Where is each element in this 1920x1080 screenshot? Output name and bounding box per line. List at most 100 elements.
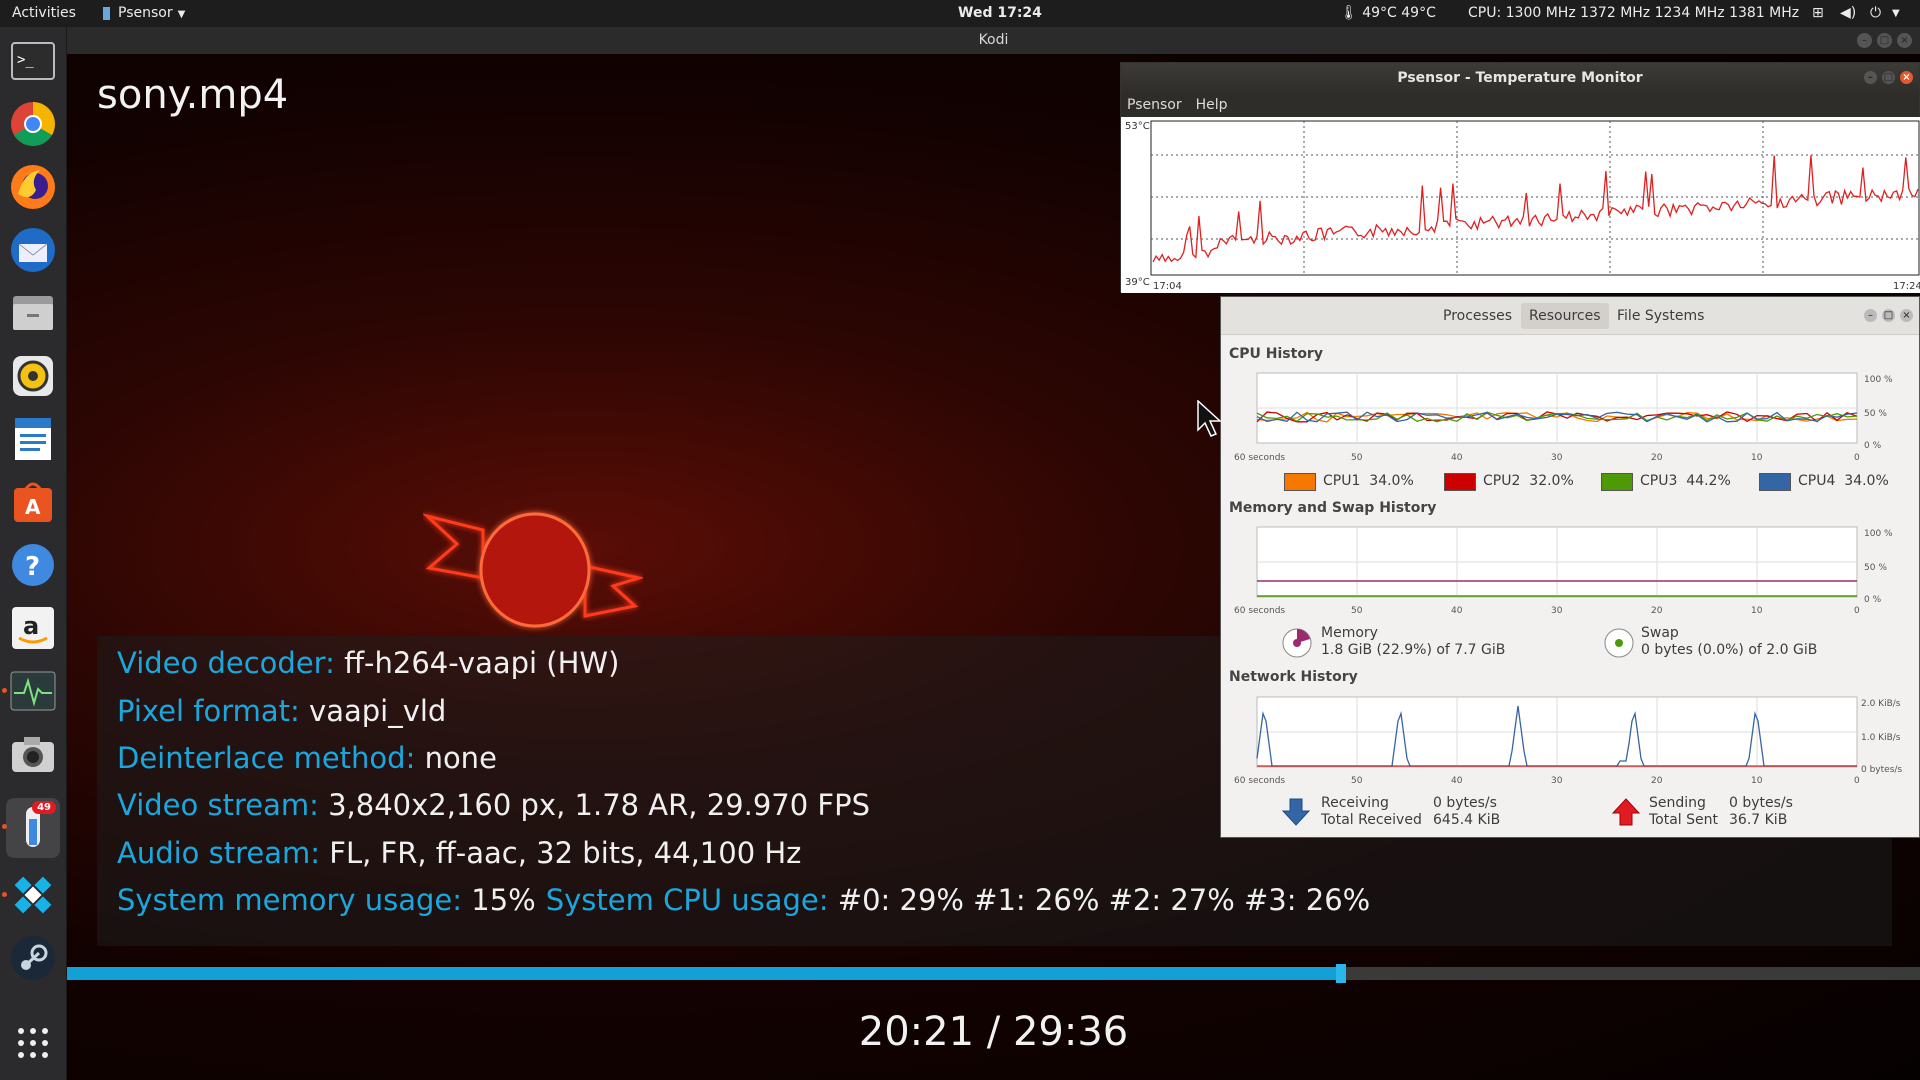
- network-icon[interactable]: ⊞: [1812, 0, 1824, 27]
- maximize-button[interactable]: □: [1882, 309, 1895, 322]
- dock-firefox[interactable]: [6, 160, 60, 214]
- x-tick: 50: [1351, 606, 1363, 616]
- seek-bar-progress: [67, 967, 1341, 980]
- cpu2-color-swatch[interactable]: [1444, 473, 1476, 491]
- total-sent-value: 36.7 KiB: [1729, 812, 1788, 828]
- x-tick: 30: [1551, 606, 1563, 616]
- swap-label: Swap: [1641, 625, 1679, 641]
- minimize-button[interactable]: –: [1864, 71, 1877, 84]
- pct-tick-0: 0 %: [1864, 595, 1882, 605]
- mouse-pointer-icon: [1197, 400, 1222, 437]
- dock-writer[interactable]: [6, 412, 60, 466]
- x-tick: 30: [1551, 776, 1563, 786]
- activities-button[interactable]: Activities: [12, 0, 76, 27]
- memory-history-title: Memory and Swap History: [1229, 500, 1437, 516]
- osd-value: ff-h264-vaapi (HW): [344, 646, 620, 680]
- thermometer-icon: 🌡︎: [1340, 5, 1358, 21]
- system-menu-chevron-icon[interactable]: ▼: [1892, 0, 1900, 27]
- cpu4-color-swatch[interactable]: [1759, 473, 1791, 491]
- close-button[interactable]: ×: [1900, 309, 1913, 322]
- minimize-button[interactable]: –: [1857, 33, 1872, 48]
- dock-help[interactable]: ?: [6, 538, 60, 592]
- osd-video-decoder: Video decoder: ff-h264-vaapi (HW): [117, 646, 619, 680]
- system-monitor-window: Processes Resources File Systems – □ × C…: [1220, 296, 1920, 838]
- dock-screenshot[interactable]: [6, 727, 60, 781]
- temperature-indicator[interactable]: 🌡︎ 49°C 49°C: [1340, 0, 1436, 27]
- system-monitor-icon: [10, 671, 56, 711]
- kodi-titlebar[interactable]: Kodi – □ ×: [67, 27, 1920, 54]
- sending-arrow-icon[interactable]: [1611, 797, 1641, 827]
- seek-handle[interactable]: [1335, 964, 1346, 983]
- osd-key: Video stream:: [117, 788, 319, 822]
- cpu1-color-swatch[interactable]: [1284, 473, 1316, 491]
- x-tick: 60 seconds: [1234, 453, 1286, 463]
- osd-value: none: [424, 741, 497, 775]
- menu-help[interactable]: Help: [1196, 97, 1228, 113]
- x-tick: 0: [1854, 776, 1860, 786]
- dock-rhythmbox[interactable]: [6, 349, 60, 403]
- show-applications-button[interactable]: [6, 1016, 60, 1070]
- cpu4-legend: CPU4 34.0%: [1798, 473, 1889, 489]
- pct-tick-100: 100 %: [1864, 375, 1893, 385]
- app-menu-label: Psensor: [118, 5, 173, 21]
- pct-tick-50: 50 %: [1864, 409, 1887, 419]
- osd-audio-stream: Audio stream: FL, FR, ff-aac, 32 bits, 4…: [117, 836, 801, 870]
- pct-tick-50: 50 %: [1864, 563, 1887, 573]
- dock-thunderbird[interactable]: [6, 223, 60, 277]
- dock-kodi[interactable]: [2, 868, 60, 922]
- swap-value: 0 bytes (0.0%) of 2.0 GiB: [1641, 642, 1818, 658]
- cpu-frequency-indicator[interactable]: CPU: 1300 MHz 1372 MHz 1234 MHz 1381 MHz: [1468, 0, 1799, 27]
- playback-time: 20:21 / 29:36: [858, 1009, 1129, 1055]
- tab-file-systems[interactable]: File Systems: [1609, 303, 1712, 329]
- dock-system-monitor[interactable]: [2, 664, 60, 718]
- clock[interactable]: Wed 17:24: [958, 0, 1042, 27]
- svg-text:?: ?: [25, 552, 40, 582]
- cpu3-legend: CPU3 44.2%: [1640, 473, 1731, 489]
- x-tick: 50: [1351, 453, 1363, 463]
- seek-bar[interactable]: [67, 964, 1920, 983]
- dock-files[interactable]: [6, 286, 60, 340]
- volume-icon[interactable]: ◀): [1840, 0, 1856, 27]
- memory-pie-icon[interactable]: [1281, 627, 1313, 659]
- dock-steam[interactable]: [6, 931, 60, 985]
- amazon-icon: a: [12, 607, 54, 649]
- receiving-label: Receiving: [1321, 795, 1389, 811]
- dock-amazon[interactable]: a: [6, 601, 60, 655]
- top-bar: Activities Psensor ▼ Wed 17:24 🌡︎ 49°C 49…: [0, 0, 1920, 27]
- osd-key: Pixel format:: [117, 694, 300, 728]
- osd-value: 15%: [471, 883, 536, 917]
- screenshot-icon: [12, 737, 54, 772]
- memory-label: Memory: [1321, 625, 1378, 641]
- minimize-button[interactable]: –: [1864, 309, 1877, 322]
- osd-key: Deinterlace method:: [117, 741, 416, 775]
- terminal-icon: >_: [11, 42, 55, 80]
- dock-chrome[interactable]: [6, 97, 60, 151]
- dock-software-center[interactable]: A: [6, 475, 60, 529]
- receiving-arrow-icon[interactable]: [1281, 797, 1311, 827]
- psensor-titlebar[interactable]: Psensor - Temperature Monitor – □ ×: [1121, 63, 1919, 93]
- thunderbird-icon: [11, 228, 55, 272]
- system-monitor-headerbar[interactable]: Processes Resources File Systems – □ ×: [1221, 297, 1919, 335]
- psensor-title: Psensor - Temperature Monitor: [1397, 70, 1643, 86]
- maximize-button[interactable]: □: [1882, 71, 1895, 84]
- network-history-title: Network History: [1229, 669, 1358, 685]
- osd-key: System memory usage:: [117, 883, 463, 917]
- app-menu[interactable]: Psensor ▼: [103, 0, 185, 27]
- close-button[interactable]: ×: [1897, 33, 1912, 48]
- osd-system-usage: System memory usage: 15% System CPU usage…: [117, 883, 1370, 917]
- maximize-button[interactable]: □: [1877, 33, 1892, 48]
- swap-pie-icon[interactable]: [1603, 627, 1635, 659]
- dock-terminal[interactable]: >_: [6, 34, 60, 88]
- menu-psensor[interactable]: Psensor: [1127, 97, 1182, 113]
- memory-value: 1.8 GiB (22.9%) of 7.7 GiB: [1321, 642, 1506, 658]
- cpu3-color-swatch[interactable]: [1601, 473, 1633, 491]
- x-tick: 50: [1351, 776, 1363, 786]
- tab-processes[interactable]: Processes: [1435, 303, 1520, 329]
- power-icon[interactable]: ⏻: [1870, 0, 1881, 27]
- x-tick: 60 seconds: [1234, 776, 1286, 786]
- tab-resources[interactable]: Resources: [1521, 303, 1609, 329]
- close-button[interactable]: ×: [1900, 71, 1913, 84]
- osd-value: 3,840x2,160 px, 1.78 AR, 29.970 FPS: [328, 788, 871, 822]
- dock-psensor[interactable]: 49: [2, 798, 60, 858]
- svg-text:A: A: [25, 495, 41, 519]
